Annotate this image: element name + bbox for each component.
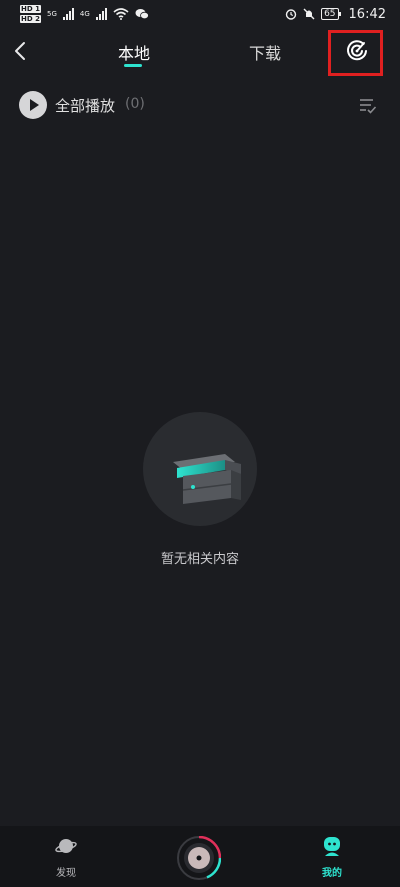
- status-bar: HD 1 HD 2 5G 4G 65 16:42: [0, 0, 400, 28]
- alarm-icon: [285, 9, 297, 20]
- scan-icon: [347, 40, 367, 61]
- play-all-row: 全部播放 (0): [0, 88, 400, 124]
- header: 本地 下载: [0, 28, 400, 76]
- tab-local[interactable]: 本地: [118, 40, 150, 64]
- play-all-button[interactable]: [19, 91, 47, 119]
- record-disc-icon: [177, 835, 222, 880]
- hd-indicator: HD 1 HD 2: [20, 4, 41, 24]
- tab-download[interactable]: 下载: [249, 40, 281, 64]
- list-check-icon: [360, 99, 377, 114]
- wifi-icon: [113, 8, 129, 20]
- clock-time: 16:42: [348, 6, 386, 22]
- user-icon: [324, 837, 340, 856]
- nav-item-player[interactable]: [177, 835, 222, 880]
- multi-select-button[interactable]: [358, 96, 378, 116]
- wechat-icon: [135, 9, 149, 20]
- empty-state-text: 暂无相关内容: [160, 552, 239, 567]
- status-left: HD 1 HD 2 5G 4G: [20, 4, 149, 24]
- active-tab-indicator: [124, 64, 142, 67]
- play-all-label[interactable]: 全部播放: [55, 95, 115, 116]
- scan-music-button[interactable]: [345, 39, 369, 63]
- song-count: (0): [125, 96, 145, 112]
- bottom-nav: 发现 我的: [0, 826, 400, 887]
- network-type-2: 4G: [79, 10, 90, 18]
- empty-box-icon: [173, 454, 241, 504]
- nav-label-mine: 我的: [322, 868, 342, 879]
- nav-label-discover: 发现: [56, 868, 76, 879]
- planet-icon: [55, 839, 77, 853]
- hd-bottom-label: HD 2: [20, 15, 41, 23]
- mute-icon: [303, 8, 315, 20]
- status-right: 65 16:42: [285, 7, 386, 22]
- chevron-left-icon: [15, 42, 25, 60]
- nav-item-discover[interactable]: 发现: [36, 826, 96, 887]
- signal-icon: [62, 8, 74, 20]
- signal-icon-2: [95, 8, 107, 20]
- back-button[interactable]: [8, 36, 32, 66]
- empty-box-illustration: [143, 412, 257, 526]
- nav-item-mine[interactable]: 我的: [302, 826, 362, 887]
- hd-top-label: HD 1: [20, 5, 41, 13]
- battery-level: 65: [321, 8, 342, 20]
- network-type-1: 5G: [46, 10, 57, 18]
